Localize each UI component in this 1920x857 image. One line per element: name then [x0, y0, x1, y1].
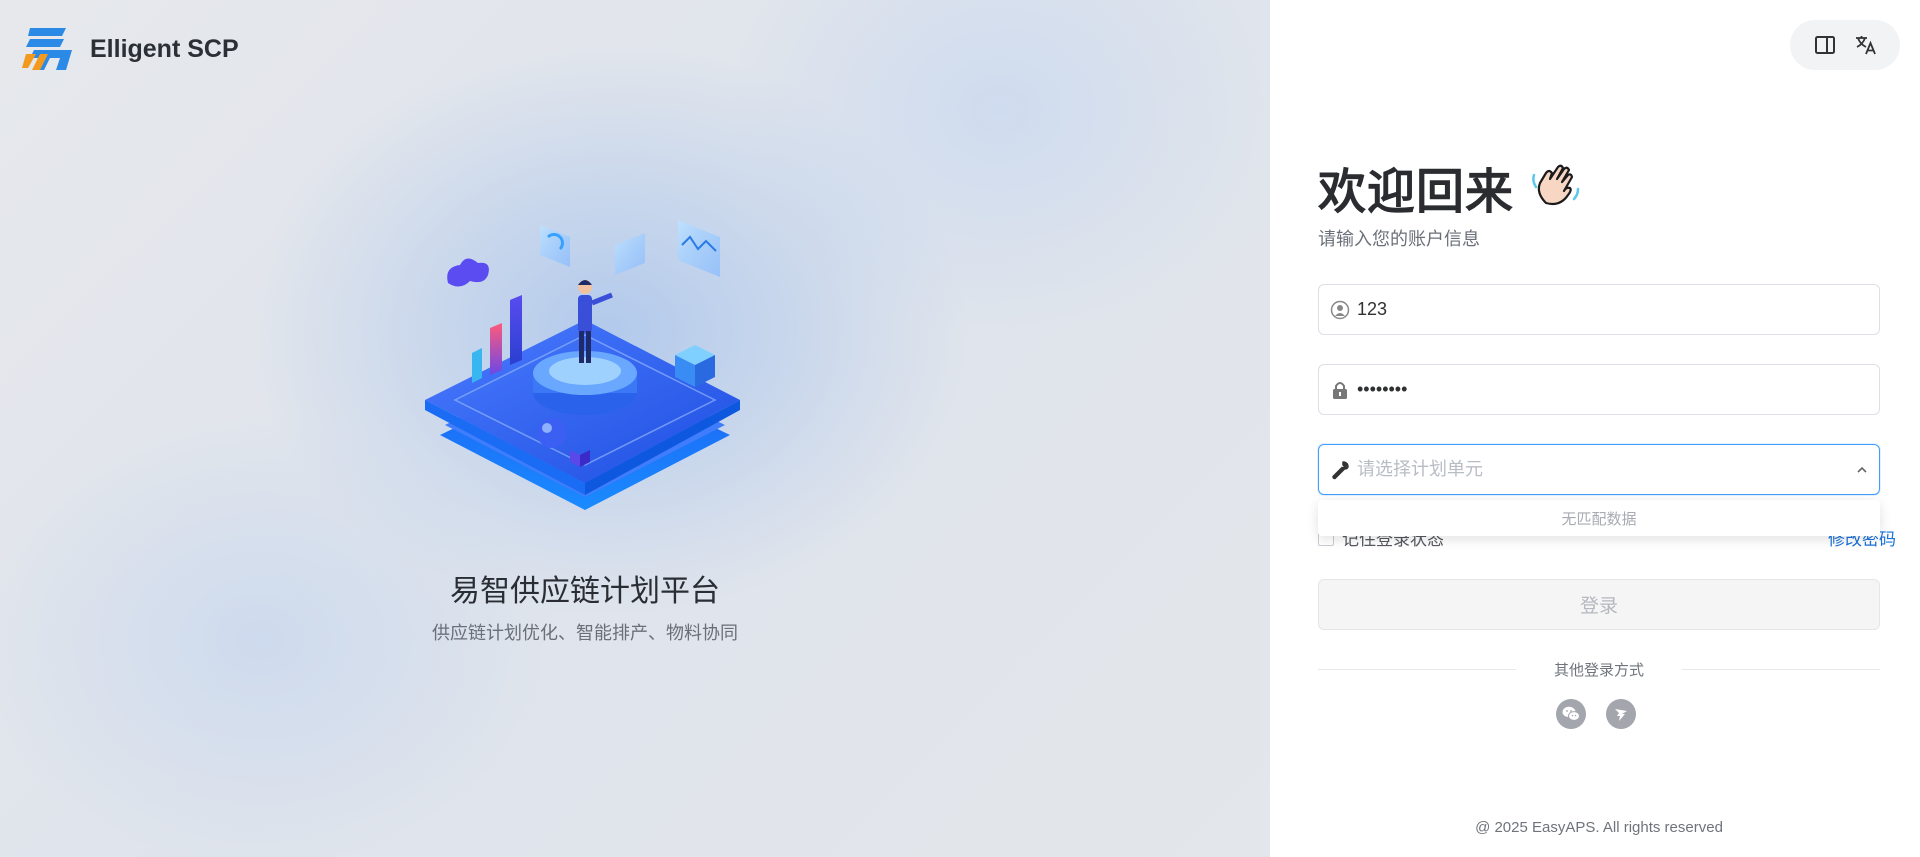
- sidebar-layout-icon: [1814, 36, 1835, 54]
- login-panel: 欢迎回来 请输入您的账户信息 123 •••••••• 请选择计划单元 记住登录…: [1270, 0, 1920, 857]
- username-value[interactable]: 123: [1357, 299, 1879, 320]
- divider-line: [1682, 668, 1881, 670]
- waving-hand-icon: [1532, 164, 1580, 206]
- brand: Elligent SCP: [22, 24, 239, 74]
- copyright: @ 2025 EasyAPS. All rights reserved: [1475, 819, 1723, 836]
- plan-unit-select[interactable]: [1318, 444, 1880, 495]
- wechat-login-button[interactable]: [1556, 699, 1586, 729]
- dingtalk-login-button[interactable]: [1606, 699, 1636, 729]
- translate-icon: [1855, 36, 1876, 55]
- user-icon: [1329, 299, 1351, 321]
- easy-logo-icon: [22, 28, 72, 70]
- password-field[interactable]: ••••••••: [1318, 364, 1880, 415]
- social-login: [1556, 699, 1636, 729]
- language-button[interactable]: [1851, 30, 1881, 60]
- lock-icon: [1329, 379, 1351, 401]
- welcome-heading: 欢迎回来: [1318, 152, 1584, 222]
- welcome-subtitle: 请输入您的账户信息: [1318, 229, 1480, 249]
- top-toolbar: [1790, 20, 1900, 70]
- brand-name: Elligent SCP: [90, 34, 239, 63]
- username-field[interactable]: 123: [1318, 284, 1880, 335]
- hero-panel: Elligent SCP 易智供应链计划平台 供应链计划优化、智能排产、物料协同: [0, 0, 1270, 857]
- password-value[interactable]: ••••••••: [1357, 379, 1879, 400]
- wrench-icon: [1329, 459, 1351, 481]
- plan-unit-dropdown: 无匹配数据: [1318, 500, 1880, 536]
- divider-line: [1318, 668, 1516, 670]
- plan-unit-input[interactable]: [1357, 445, 1845, 494]
- sidebar-layout-button[interactable]: [1810, 30, 1840, 60]
- login-button[interactable]: 登录: [1318, 579, 1880, 630]
- platform-subtitle: 供应链计划优化、智能排产、物料协同: [432, 623, 738, 643]
- welcome-title: 欢迎回来: [1318, 166, 1515, 219]
- chevron-up-icon[interactable]: [1845, 445, 1879, 494]
- wechat-icon: [1562, 706, 1580, 721]
- isometric-data-platform-illustration: [425, 220, 740, 510]
- dropdown-empty-text: 无匹配数据: [1561, 510, 1637, 528]
- dingtalk-icon: [1615, 709, 1627, 721]
- other-login-label: 其他登录方式: [1554, 661, 1645, 679]
- platform-title: 易智供应链计划平台: [450, 575, 720, 608]
- other-login-divider: 其他登录方式: [1318, 659, 1881, 679]
